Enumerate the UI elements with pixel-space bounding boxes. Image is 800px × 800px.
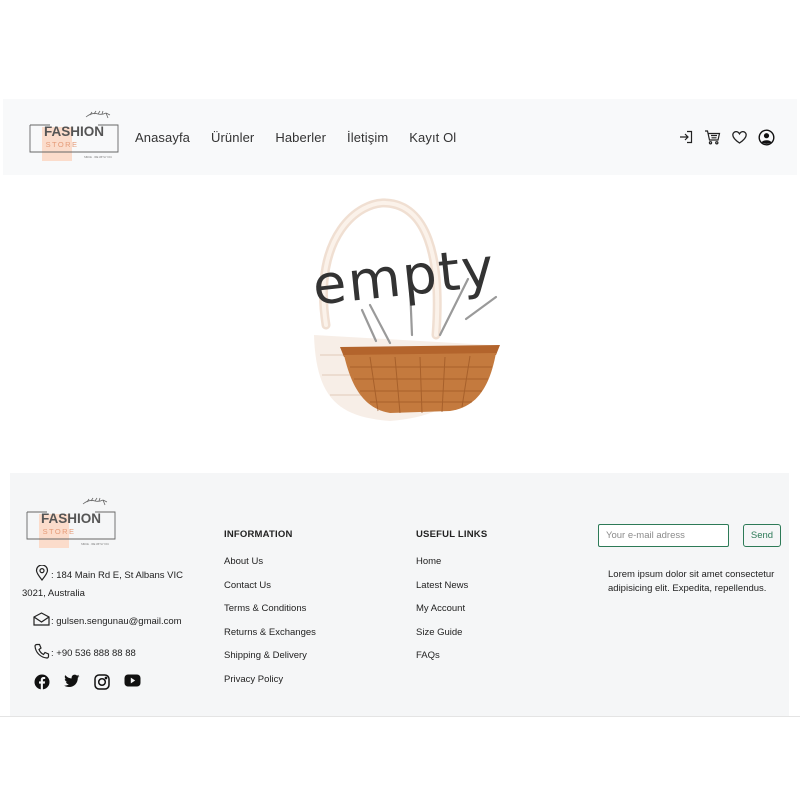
header-actions bbox=[668, 99, 775, 175]
brand-logo[interactable]: FASHION STORE SINCE · WE WITH YOU bbox=[28, 109, 120, 163]
footer-link-about-us[interactable]: About Us bbox=[224, 556, 316, 568]
main-nav: Anasayfa Ürünler Haberler İletişim Kayıt… bbox=[135, 99, 456, 175]
nav-item-urunler[interactable]: Ürünler bbox=[211, 130, 254, 145]
instagram-icon[interactable] bbox=[94, 674, 110, 690]
newsletter-form: Send bbox=[598, 524, 781, 547]
empty-basket-illustration: empty bbox=[300, 195, 510, 430]
facebook-icon[interactable] bbox=[34, 674, 50, 690]
nav-item-haberler[interactable]: Haberler bbox=[275, 130, 326, 145]
footer-divider bbox=[0, 716, 800, 717]
footer-phone: : +90 536 888 88 88 bbox=[34, 643, 136, 664]
phone-text[interactable]: : +90 536 888 88 88 bbox=[51, 648, 136, 659]
site-footer: FASHION STORE SINCE · WE WITH YOU : 184 … bbox=[10, 473, 789, 716]
phone-icon bbox=[34, 643, 50, 664]
svg-text:SINCE · WE WITH YOU: SINCE · WE WITH YOU bbox=[81, 542, 109, 546]
newsletter-send-button[interactable]: Send bbox=[743, 524, 781, 547]
footer-logo[interactable]: FASHION STORE SINCE · WE WITH YOU bbox=[25, 496, 117, 550]
svg-text:STORE: STORE bbox=[43, 527, 76, 536]
heart-icon[interactable] bbox=[731, 129, 748, 145]
social-links bbox=[34, 674, 155, 690]
newsletter-email-input[interactable] bbox=[598, 524, 729, 547]
login-icon[interactable] bbox=[678, 129, 694, 145]
footer-link-faqs[interactable]: FAQs bbox=[416, 650, 487, 662]
nav-item-kayit-ol[interactable]: Kayıt Ol bbox=[409, 130, 456, 145]
svg-text:SINCE · WE WITH YOU: SINCE · WE WITH YOU bbox=[84, 155, 112, 159]
email-text[interactable]: : gulsen.sengunau@gmail.com bbox=[51, 616, 182, 627]
footer-link-privacy[interactable]: Privacy Policy bbox=[224, 674, 316, 686]
footer-information-column: INFORMATION About Us Contact Us Terms & … bbox=[224, 529, 316, 697]
footer-link-size-guide[interactable]: Size Guide bbox=[416, 627, 487, 639]
envelope-icon bbox=[33, 612, 50, 631]
twitter-icon[interactable] bbox=[64, 674, 80, 690]
footer-email: : gulsen.sengunau@gmail.com bbox=[33, 612, 182, 631]
nav-item-anasayfa[interactable]: Anasayfa bbox=[135, 130, 190, 145]
site-header: FASHION STORE SINCE · WE WITH YOU Anasay… bbox=[3, 99, 797, 175]
footer-link-my-account[interactable]: My Account bbox=[416, 603, 487, 615]
useful-links-heading: USEFUL LINKS bbox=[416, 529, 488, 540]
svg-text:FASHION: FASHION bbox=[41, 511, 101, 526]
cart-icon[interactable] bbox=[704, 129, 721, 145]
footer-link-terms[interactable]: Terms & Conditions bbox=[224, 603, 316, 615]
user-circle-icon[interactable] bbox=[758, 128, 775, 146]
footer-link-returns[interactable]: Returns & Exchanges bbox=[224, 627, 316, 639]
svg-text:empty: empty bbox=[310, 236, 499, 318]
footer-link-contact-us[interactable]: Contact Us bbox=[224, 580, 316, 592]
nav-item-iletisim[interactable]: İletişim bbox=[347, 130, 388, 145]
footer-link-home[interactable]: Home bbox=[416, 556, 487, 568]
svg-text:STORE: STORE bbox=[46, 140, 79, 149]
footer-useful-links-column: USEFUL LINKS Home Latest News My Account… bbox=[416, 529, 487, 674]
newsletter-description: Lorem ipsum dolor sit amet consectetur a… bbox=[608, 569, 775, 594]
youtube-icon[interactable] bbox=[124, 674, 141, 690]
footer-address: : 184 Main Rd E, St Albans VIC 3021, Aus… bbox=[22, 564, 202, 601]
svg-text:FASHION: FASHION bbox=[44, 124, 104, 139]
footer-link-shipping[interactable]: Shipping & Delivery bbox=[224, 650, 316, 662]
footer-link-latest-news[interactable]: Latest News bbox=[416, 580, 487, 592]
information-heading: INFORMATION bbox=[224, 529, 293, 540]
location-pin-icon bbox=[35, 564, 49, 586]
